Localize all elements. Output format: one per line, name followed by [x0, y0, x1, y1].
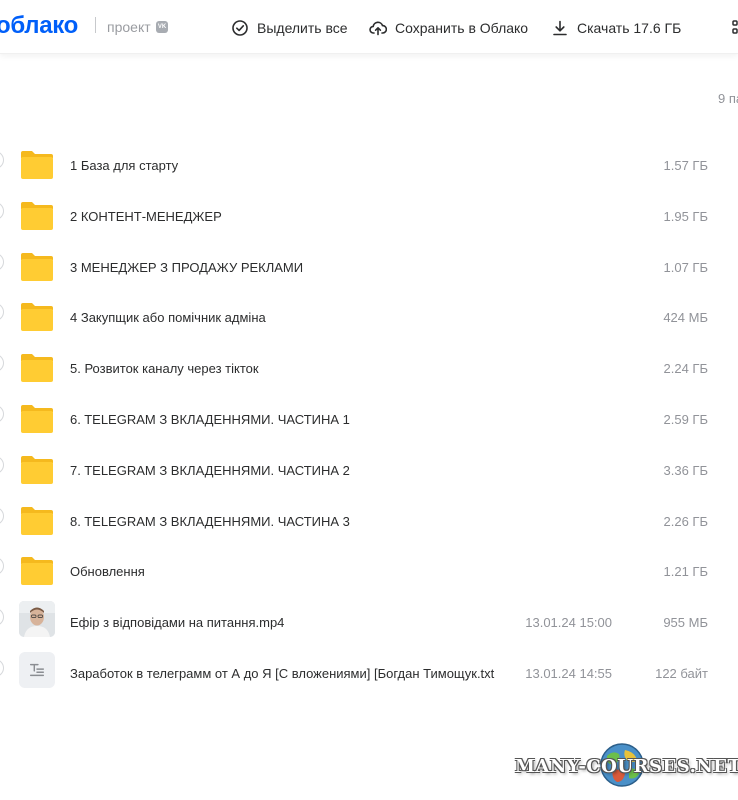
download-button[interactable]: Скачать 17.6 ГБ	[551, 18, 681, 38]
list-item[interactable]: 2 КОНТЕНТ-МЕНЕДЖЕР 1.95 ГБ	[0, 190, 738, 241]
item-name: Обновлення	[70, 564, 145, 580]
items-count: 9 па	[718, 91, 738, 106]
row-checkbox[interactable]	[0, 506, 4, 525]
vk-badge: VK	[156, 21, 168, 33]
check-circle-icon	[232, 20, 248, 36]
video-thumbnail	[19, 601, 55, 638]
project-label: проект	[107, 19, 151, 35]
row-checkbox[interactable]	[0, 151, 4, 169]
watermark-text: MANY-COURSES.NET	[515, 756, 738, 777]
top-toolbar: облако проект VK Выделить все Сохранить …	[0, 0, 738, 54]
item-size: 1.95 ГБ	[663, 208, 708, 224]
list-item[interactable]: Ефір з відповідами на питання.mp4 13.01.2…	[0, 596, 738, 647]
row-checkbox[interactable]	[0, 252, 4, 271]
item-name: 7. TELEGRAM З ВКЛАДЕННЯМИ. ЧАСТИНА 2	[70, 462, 350, 478]
save-to-cloud-button[interactable]: Сохранить в Облако	[369, 18, 528, 38]
item-name: 5. Розвиток каналу через тікток	[70, 361, 259, 377]
item-size: 2.26 ГБ	[663, 513, 708, 529]
list-item[interactable]: 1 База для старту 1.57 ГБ	[0, 139, 738, 190]
folder-icon	[21, 405, 53, 433]
item-name: 8. TELEGRAM З ВКЛАДЕННЯМИ. ЧАСТИНА 3	[70, 513, 350, 529]
item-name: 3 МЕНЕДЖЕР З ПРОДАЖУ РЕКЛАМИ	[70, 259, 304, 275]
select-all-label: Выделить все	[257, 20, 348, 36]
list-item[interactable]: 4 Закупщик або помічник адміна 424 МБ	[0, 291, 738, 342]
save-to-cloud-label: Сохранить в Облако	[395, 20, 529, 36]
item-size: 1.21 ГБ	[663, 564, 708, 580]
list-item[interactable]: Обновлення 1.21 ГБ	[0, 545, 738, 596]
item-size: 2.59 ГБ	[663, 412, 708, 427]
row-checkbox[interactable]	[0, 201, 4, 220]
folder-icon	[21, 455, 53, 484]
text-file-icon	[19, 652, 55, 688]
row-checkbox[interactable]	[0, 303, 4, 322]
item-size: 424 МБ	[663, 310, 708, 326]
list-item[interactable]: 6. TELEGRAM З ВКЛАДЕННЯМИ. ЧАСТИНА 1 2.59…	[0, 393, 738, 444]
row-checkbox[interactable]	[0, 405, 4, 423]
folder-icon	[21, 252, 53, 281]
item-size: 3.36 ГБ	[663, 462, 708, 478]
item-date: 13.01.24 15:00	[525, 615, 612, 631]
item-size: 955 МБ	[663, 615, 708, 631]
folder-icon	[21, 303, 53, 332]
item-size: 122 байт	[655, 666, 708, 681]
item-date: 13.01.24 14:55	[525, 666, 612, 681]
row-checkbox[interactable]	[0, 659, 4, 677]
folder-icon	[21, 557, 53, 586]
list-item[interactable]: Заработок в телеграмм от А до Я [С вложе…	[0, 647, 738, 698]
item-name: 6. TELEGRAM З ВКЛАДЕННЯМИ. ЧАСТИНА 1	[70, 412, 350, 427]
download-icon	[553, 20, 567, 36]
item-name: 2 КОНТЕНТ-МЕНЕДЖЕР	[70, 208, 222, 224]
row-checkbox[interactable]	[0, 557, 4, 576]
item-size: 2.24 ГБ	[663, 361, 708, 377]
logo-separator	[95, 17, 96, 33]
folder-icon	[21, 201, 53, 230]
item-size: 1.07 ГБ	[663, 259, 708, 275]
item-name: 1 База для старту	[70, 158, 179, 173]
list-item[interactable]: 5. Розвиток каналу через тікток 2.24 ГБ	[0, 342, 738, 393]
more-icon[interactable]	[730, 18, 738, 36]
list-item[interactable]: 8. TELEGRAM З ВКЛАДЕННЯМИ. ЧАСТИНА 3 2.26…	[0, 495, 738, 546]
folder-icon	[21, 354, 53, 383]
folder-icon	[21, 506, 53, 535]
item-name: Ефір з відповідами на питання.mp4	[70, 615, 285, 631]
row-checkbox[interactable]	[0, 455, 4, 474]
row-checkbox[interactable]	[0, 608, 4, 627]
watermark: MANY-COURSES.NET	[515, 742, 738, 792]
item-name: 4 Закупщик або помічник адміна	[70, 310, 266, 326]
item-name: Заработок в телеграмм от А до Я [С вложе…	[70, 666, 495, 681]
item-size: 1.57 ГБ	[663, 158, 708, 173]
row-checkbox[interactable]	[0, 354, 4, 373]
cloud-upload-icon	[369, 21, 387, 36]
folder-icon	[21, 151, 53, 179]
list-item[interactable]: 7. TELEGRAM З ВКЛАДЕННЯМИ. ЧАСТИНА 2 3.36…	[0, 444, 738, 495]
list-item[interactable]: 3 МЕНЕДЖЕР З ПРОДАЖУ РЕКЛАМИ 1.07 ГБ	[0, 241, 738, 292]
cloud-logo[interactable]: облако	[0, 12, 78, 40]
select-all-button[interactable]: Выделить все	[231, 18, 348, 38]
download-label: Скачать 17.6 ГБ	[577, 20, 682, 36]
